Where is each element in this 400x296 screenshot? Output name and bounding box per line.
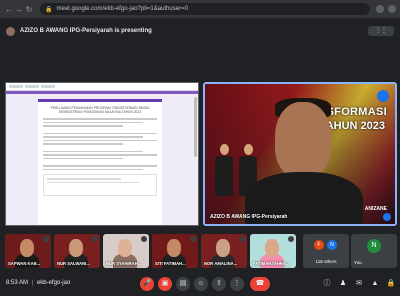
captions-button[interactable]: ▤: [176, 277, 190, 291]
present-button[interactable]: ⇧: [212, 277, 226, 291]
ministry-logo: [377, 90, 389, 102]
url-text: meet.google.com/ekb-efgo-jao?pli=1&authu…: [56, 6, 188, 12]
presenting-banner: AZIZO B AWANG IPG-Persiyarah is presenti…: [0, 24, 400, 38]
participant-name: NOR AMALINA...: [204, 261, 238, 266]
info-icon[interactable]: ⓘ: [322, 279, 332, 289]
mic-off-icon: [92, 236, 98, 242]
extension-icon[interactable]: [376, 5, 384, 13]
form-card: PERLUASAN PEMAHAMAN PROGRAM TRANSFORMASI…: [38, 99, 162, 225]
reload-icon[interactable]: ↻: [24, 5, 34, 14]
self-avatar: N: [367, 239, 381, 253]
back-icon[interactable]: ←: [4, 5, 14, 14]
participant-name: FATIMAHZAHRA...: [253, 261, 290, 266]
meeting-code: ekb-efgo-jao: [36, 280, 71, 286]
presenting-text: AZIZO B AWANG IPG-Persiyarah is presenti…: [20, 28, 152, 34]
shared-scrollbar: [194, 97, 197, 157]
profile-icon[interactable]: [388, 5, 396, 13]
participant-name: NUR SALWANI...: [57, 261, 90, 266]
meeting-info: 8:53 AM | ekb-efgo-jao: [6, 280, 70, 286]
self-tile[interactable]: N You: [351, 234, 397, 268]
chat-icon[interactable]: ✉: [354, 279, 364, 289]
form-title: PERLUASAN PEMAHAMAN PROGRAM TRANSFORMASI…: [50, 106, 150, 114]
mic-off-icon: [141, 236, 147, 242]
shared-browser-tabs: [6, 83, 198, 91]
self-label: You: [354, 260, 362, 265]
others-count-label: 118 others: [315, 259, 337, 264]
participant-name: SAPWAN KAB...: [8, 261, 41, 266]
participant-tile[interactable]: SAPWAN KAB...: [5, 234, 51, 268]
participant-tile[interactable]: SITI FATIMAH...: [152, 234, 198, 268]
participant-tile[interactable]: NOR AMALINA...: [201, 234, 247, 268]
banner-title-line2: AHUN 2023: [325, 120, 385, 132]
background-name-text: ANIZANE: [364, 206, 387, 212]
camera-off-button[interactable]: ▣: [158, 277, 172, 291]
reactions-button[interactable]: ☺: [194, 277, 208, 291]
lock-icon: 🔒: [45, 6, 53, 13]
forward-icon[interactable]: →: [14, 5, 24, 14]
shared-screen: PERLUASAN PEMAHAMAN PROGRAM TRANSFORMASI…: [5, 82, 199, 226]
presentation-options-button[interactable]: ⋮⋮: [368, 26, 394, 36]
form-question-box[interactable]: [43, 174, 157, 196]
mic-off-button[interactable]: 🎤: [140, 277, 154, 291]
participant-tile[interactable]: NUR SYAHIRAH...: [103, 234, 149, 268]
presenter-name-label: AZIZO B AWANG IPG-Persiyarah: [210, 214, 288, 220]
meeting-toolbar: 8:53 AM | ekb-efgo-jao 🎤 ▣ ▤ ☺ ⇧ ⋮ ☎ ⓘ ♟…: [0, 272, 400, 296]
presenter-avatar: [6, 26, 15, 36]
mic-off-icon: [190, 236, 196, 242]
browser-toolbar: ← → ↻ 🔒 meet.google.com/ekb-efgo-jao?pli…: [0, 0, 400, 18]
activities-icon[interactable]: ▲: [370, 279, 380, 289]
mic-off-icon: [288, 236, 294, 242]
participant-tile[interactable]: FATIMAHZAHRA...: [250, 234, 296, 268]
banner-portrait-1: [215, 144, 233, 196]
address-bar[interactable]: 🔒 meet.google.com/ekb-efgo-jao?pli=1&aut…: [40, 3, 370, 15]
form-header-band: [6, 91, 198, 94]
mic-off-icon: [239, 236, 245, 242]
browser-actions: [376, 5, 396, 13]
end-call-button[interactable]: ☎: [250, 277, 270, 291]
people-icon[interactable]: ♟: [338, 279, 348, 289]
presenter-video-tile[interactable]: NSFORMASI AHUN 2023 AZIZO B AWANG IPG-Pe…: [203, 82, 397, 226]
others-avatar-2: N: [327, 240, 337, 250]
participant-name: NUR SYAHIRAH...: [106, 261, 142, 266]
separator: |: [31, 280, 34, 286]
participant-name: SITI FATIMAH...: [155, 261, 186, 266]
more-options-button[interactable]: ⋮: [230, 277, 244, 291]
others-tile[interactable]: F N 118 others: [303, 234, 349, 268]
others-avatar-1: F: [314, 240, 324, 250]
host-controls-icon[interactable]: 🔒: [386, 279, 396, 289]
participant-tile[interactable]: NUR SALWANI...: [54, 234, 100, 268]
mic-off-icon: [43, 236, 49, 242]
clock-time: 8:53 AM: [6, 280, 29, 286]
speaking-indicator-icon: [383, 213, 391, 221]
presenter-face: [275, 102, 331, 178]
